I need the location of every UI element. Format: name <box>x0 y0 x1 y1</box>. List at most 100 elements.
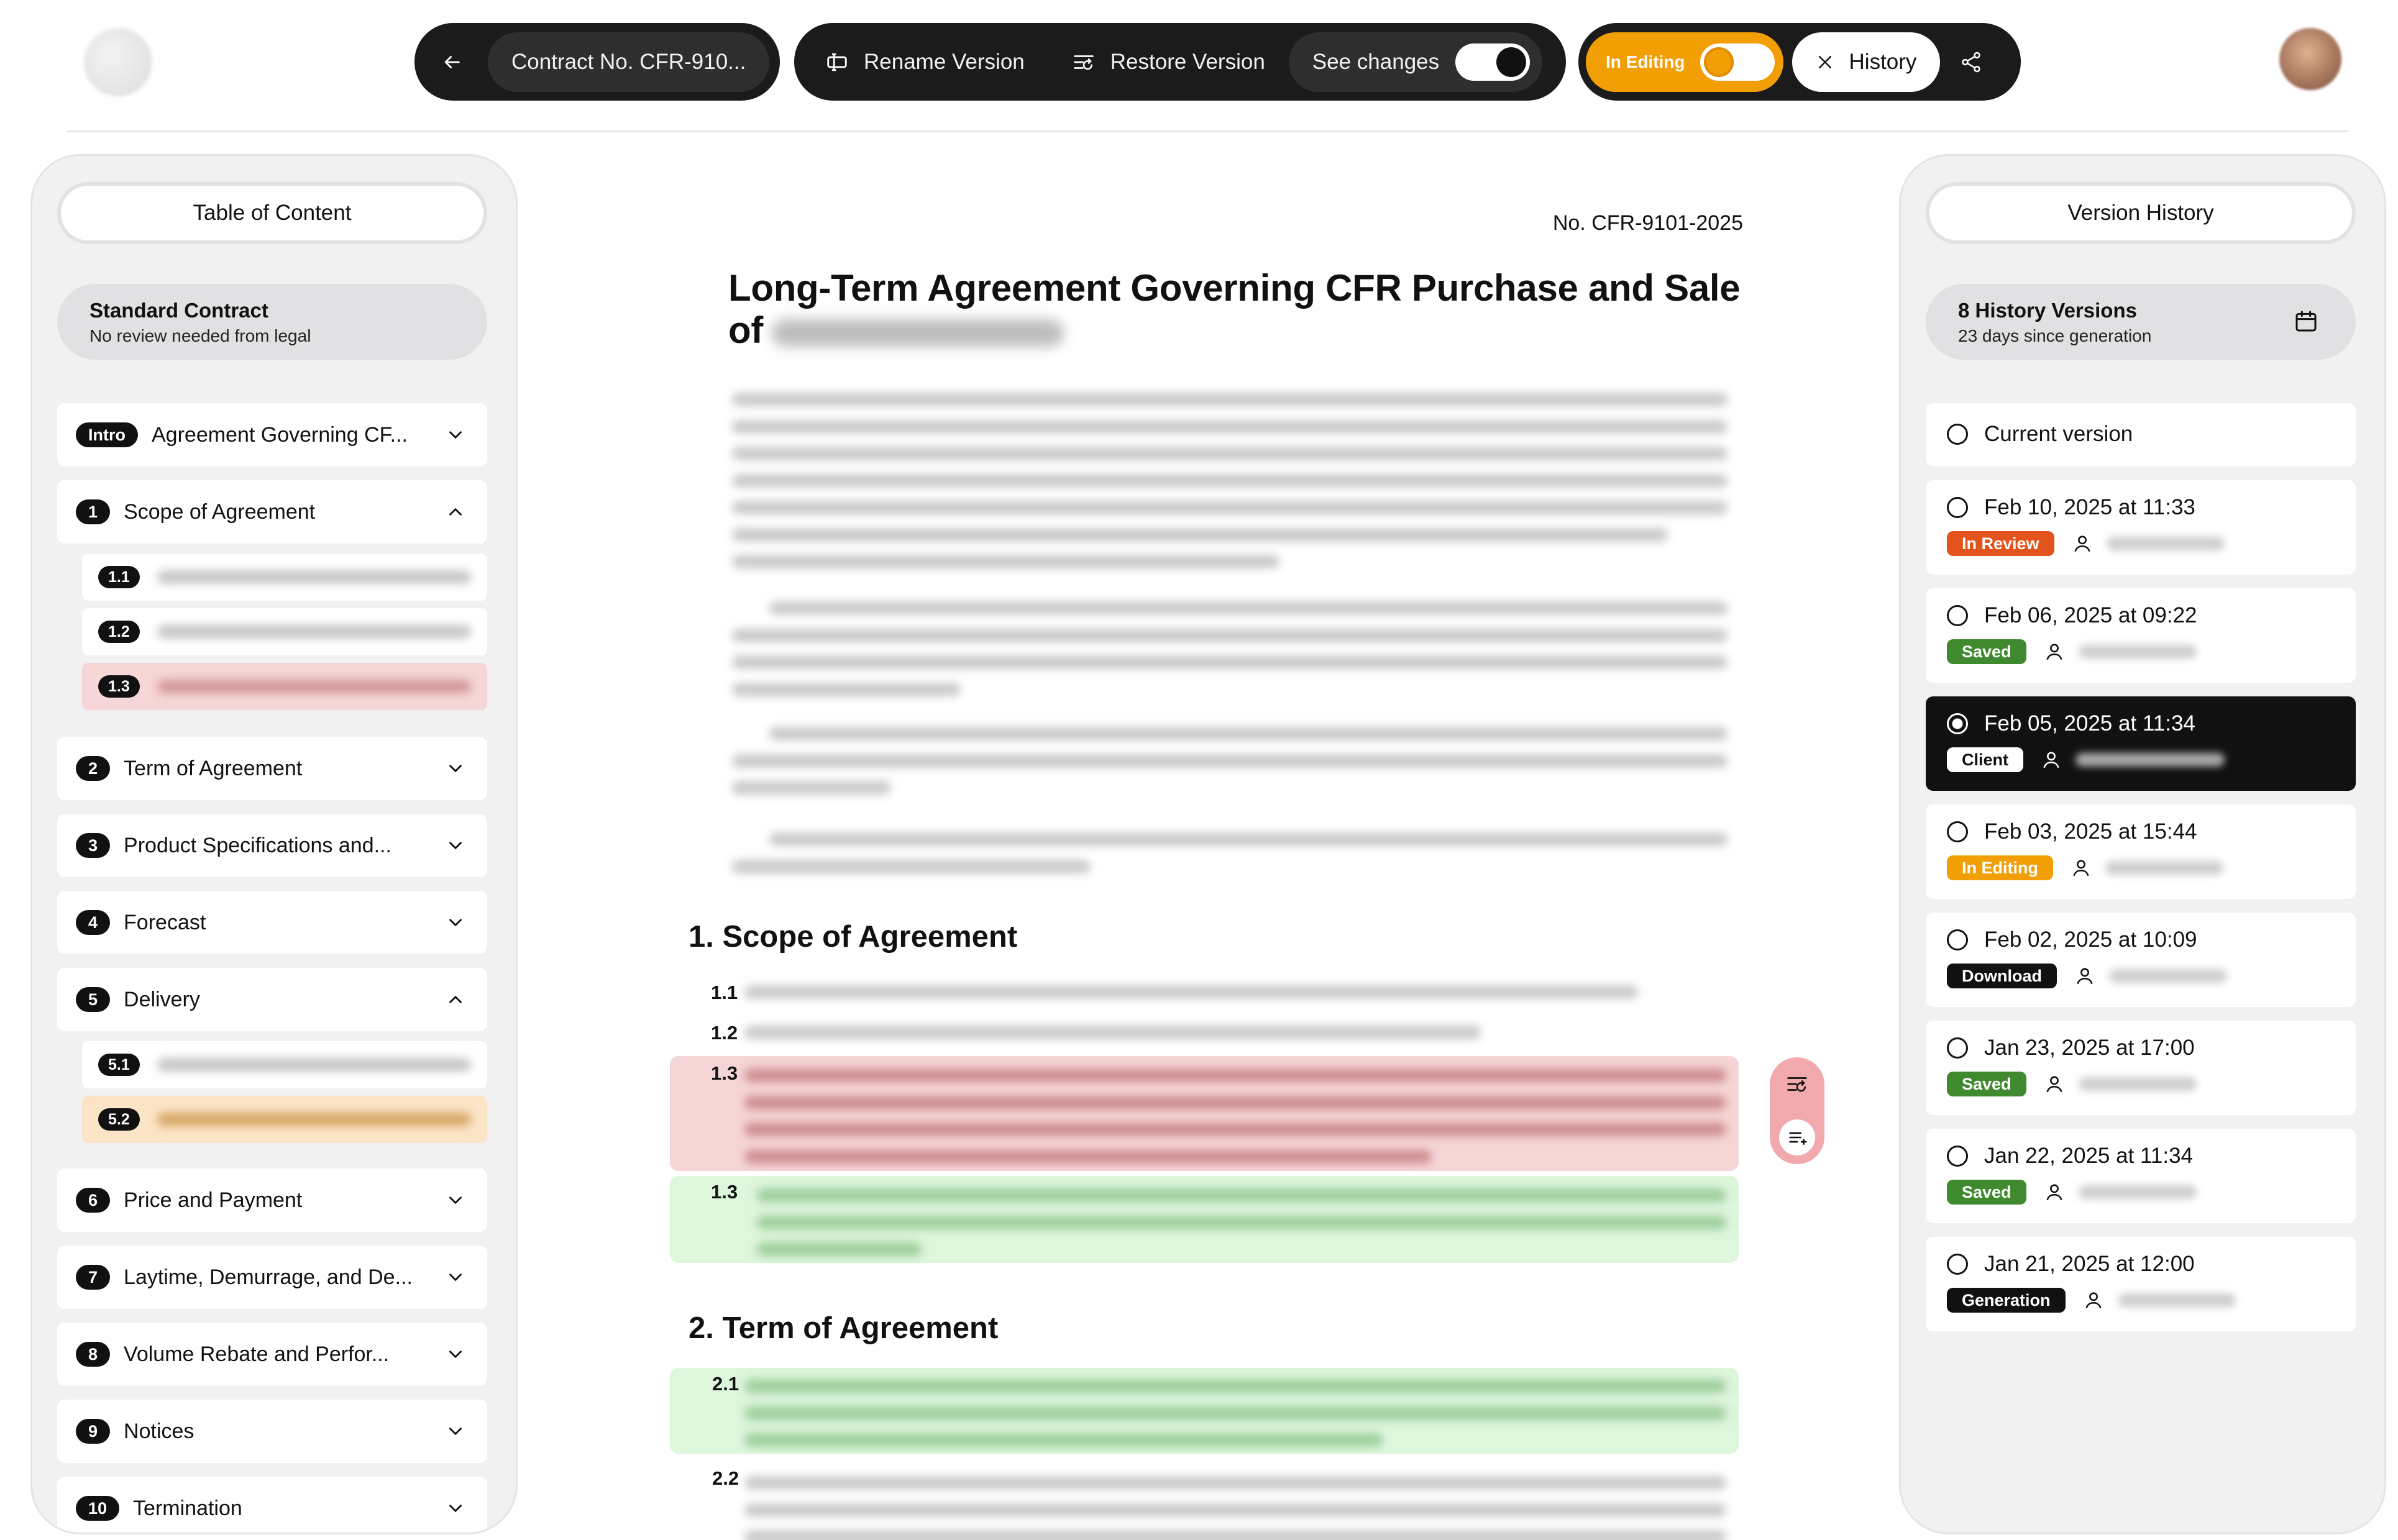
clause-1-2[interactable]: 1.2 <box>670 1022 1739 1049</box>
toc-item-10[interactable]: 10 Termination <box>57 1477 487 1533</box>
close-icon[interactable] <box>1816 53 1834 71</box>
toc-badge: 6 <box>76 1188 111 1213</box>
chevron-down-icon[interactable] <box>445 1344 466 1365</box>
toc-item-4[interactable]: 4 Forecast <box>57 891 487 954</box>
clause-1-1[interactable]: 1.1 <box>670 982 1739 1009</box>
chevron-down-icon[interactable] <box>445 912 466 933</box>
share-button[interactable] <box>1946 32 1996 92</box>
rename-version-label: Rename Version <box>864 49 1025 74</box>
chevron-down-icon[interactable] <box>445 758 466 779</box>
chevron-up-icon[interactable] <box>445 989 466 1010</box>
toc-item-9[interactable]: 9 Notices <box>57 1400 487 1463</box>
version-date: Feb 03, 2025 at 15:44 <box>1984 819 2197 844</box>
history-summary-card: 8 History Versions 23 days since generat… <box>1926 284 2356 360</box>
toc-badge: 2 <box>76 756 111 781</box>
redacted-author <box>2075 753 2225 767</box>
toc-item-label: Price and Payment <box>124 1188 303 1212</box>
rename-version-button[interactable]: Rename Version <box>802 32 1048 92</box>
clause-number: 1.2 <box>711 1022 738 1044</box>
radio-button[interactable] <box>1947 497 1968 518</box>
toc-sub-badge: 1.1 <box>98 566 140 588</box>
user-icon <box>2044 641 2065 662</box>
toc-badge: Intro <box>76 422 138 447</box>
toc-subitem-1-2[interactable]: 1.2 <box>82 608 487 655</box>
version-item-selected[interactable]: Feb 05, 2025 at 11:34 Client <box>1926 696 2356 791</box>
radio-button[interactable] <box>1947 1146 1968 1167</box>
intro-paragraph-1 <box>732 393 1728 582</box>
toc-subitem-5-2[interactable]: 5.2 <box>82 1096 487 1143</box>
radio-button[interactable] <box>1947 605 1968 626</box>
redacted-author <box>2078 1185 2197 1199</box>
toc-item-5[interactable]: 5 Delivery <box>57 968 487 1031</box>
chevron-down-icon[interactable] <box>445 1267 466 1288</box>
redacted-product-name <box>772 319 1064 347</box>
toc-item-label: Agreement Governing CF... <box>152 422 408 447</box>
toc-subitem-1-3[interactable]: 1.3 <box>82 663 487 710</box>
chevron-down-icon[interactable] <box>445 1498 466 1519</box>
toc-item-3[interactable]: 3 Product Specifications and... <box>57 814 487 877</box>
radio-button[interactable] <box>1947 929 1968 950</box>
toc-subitem-5-1[interactable]: 5.1 <box>82 1041 487 1088</box>
toc-item-8[interactable]: 8 Volume Rebate and Perfor... <box>57 1323 487 1386</box>
app-logo[interactable] <box>84 28 152 96</box>
redacted-text <box>157 680 471 693</box>
version-item[interactable]: Feb 03, 2025 at 15:44 In Editing <box>1926 804 2356 899</box>
version-item[interactable]: Feb 02, 2025 at 10:09 Download <box>1926 913 2356 1007</box>
document-title: Long-Term Agreement Governing CFR Purcha… <box>728 267 1785 352</box>
status-badge: Generation <box>1947 1288 2066 1313</box>
back-button[interactable] <box>422 32 482 92</box>
user-icon <box>2071 857 2092 878</box>
chevron-down-icon[interactable] <box>445 1421 466 1442</box>
in-editing-toggle[interactable] <box>1700 43 1775 81</box>
calendar-icon[interactable] <box>2294 309 2318 337</box>
version-date: Jan 22, 2025 at 11:34 <box>1984 1144 2194 1168</box>
in-editing-control[interactable]: In Editing <box>1586 32 1783 92</box>
toc-sub-badge: 1.2 <box>98 621 140 643</box>
clause-2-1-added[interactable]: 2.1 <box>670 1368 1739 1454</box>
clause-number: 2.1 <box>712 1373 739 1395</box>
version-current[interactable]: Current version <box>1926 403 2356 467</box>
toc-subitem-1-1[interactable]: 1.1 <box>82 554 487 601</box>
toc-sub-badge: 5.1 <box>98 1054 140 1076</box>
add-comment-button[interactable] <box>1779 1119 1815 1155</box>
toc-sub-badge: 5.2 <box>98 1108 140 1131</box>
restore-version-button[interactable]: Restore Version <box>1048 32 1289 92</box>
contract-title-pill[interactable]: Contract No. CFR-910... <box>488 32 770 92</box>
version-item[interactable]: Jan 21, 2025 at 12:00 Generation <box>1926 1237 2356 1331</box>
version-item[interactable]: Jan 23, 2025 at 17:00 Saved <box>1926 1021 2356 1115</box>
toc-item-2[interactable]: 2 Term of Agreement <box>57 737 487 800</box>
toc-badge: 5 <box>76 987 111 1012</box>
history-button[interactable]: History <box>1792 32 1941 92</box>
radio-button[interactable] <box>1947 1254 1968 1275</box>
clause-1-3-added[interactable]: 1.3 <box>670 1176 1739 1263</box>
see-changes-toggle[interactable] <box>1455 43 1531 81</box>
toc-item-label: Termination <box>133 1496 242 1520</box>
restore-clause-button[interactable] <box>1779 1066 1815 1102</box>
see-changes-control[interactable]: See changes <box>1288 32 1543 92</box>
restore-icon <box>1787 1077 1807 1092</box>
toc-item-6[interactable]: 6 Price and Payment <box>57 1169 487 1232</box>
toc-item-7[interactable]: 7 Laytime, Demurrage, and De... <box>57 1246 487 1309</box>
radio-button[interactable] <box>1947 821 1968 842</box>
table-of-content-panel: Table of Content Standard Contract No re… <box>30 154 518 1534</box>
chevron-down-icon[interactable] <box>445 835 466 856</box>
in-editing-label: In Editing <box>1606 52 1685 71</box>
toc-item-1[interactable]: 1 Scope of Agreement <box>57 480 487 544</box>
section-2-title: 2. Term of Agreement <box>689 1311 999 1345</box>
contract-title: Contract No. CFR-910... <box>511 49 746 74</box>
radio-button[interactable] <box>1947 424 1968 445</box>
user-avatar[interactable] <box>2279 28 2341 90</box>
chevron-down-icon[interactable] <box>445 424 466 445</box>
clause-1-3-removed[interactable]: 1.3 <box>670 1056 1739 1171</box>
history-age-subtitle: 23 days since generation <box>1958 326 2152 345</box>
rename-icon <box>825 50 849 74</box>
chevron-down-icon[interactable] <box>445 1190 466 1211</box>
clause-2-2[interactable]: 2.2 <box>670 1466 1739 1540</box>
version-item[interactable]: Feb 10, 2025 at 11:33 In Review <box>1926 480 2356 575</box>
version-item[interactable]: Jan 22, 2025 at 11:34 Saved <box>1926 1129 2356 1223</box>
toc-item-intro[interactable]: Intro Agreement Governing CF... <box>57 403 487 467</box>
radio-button[interactable] <box>1947 1037 1968 1059</box>
version-item[interactable]: Feb 06, 2025 at 09:22 Saved <box>1926 588 2356 683</box>
chevron-up-icon[interactable] <box>445 501 466 522</box>
radio-button[interactable] <box>1947 713 1968 734</box>
